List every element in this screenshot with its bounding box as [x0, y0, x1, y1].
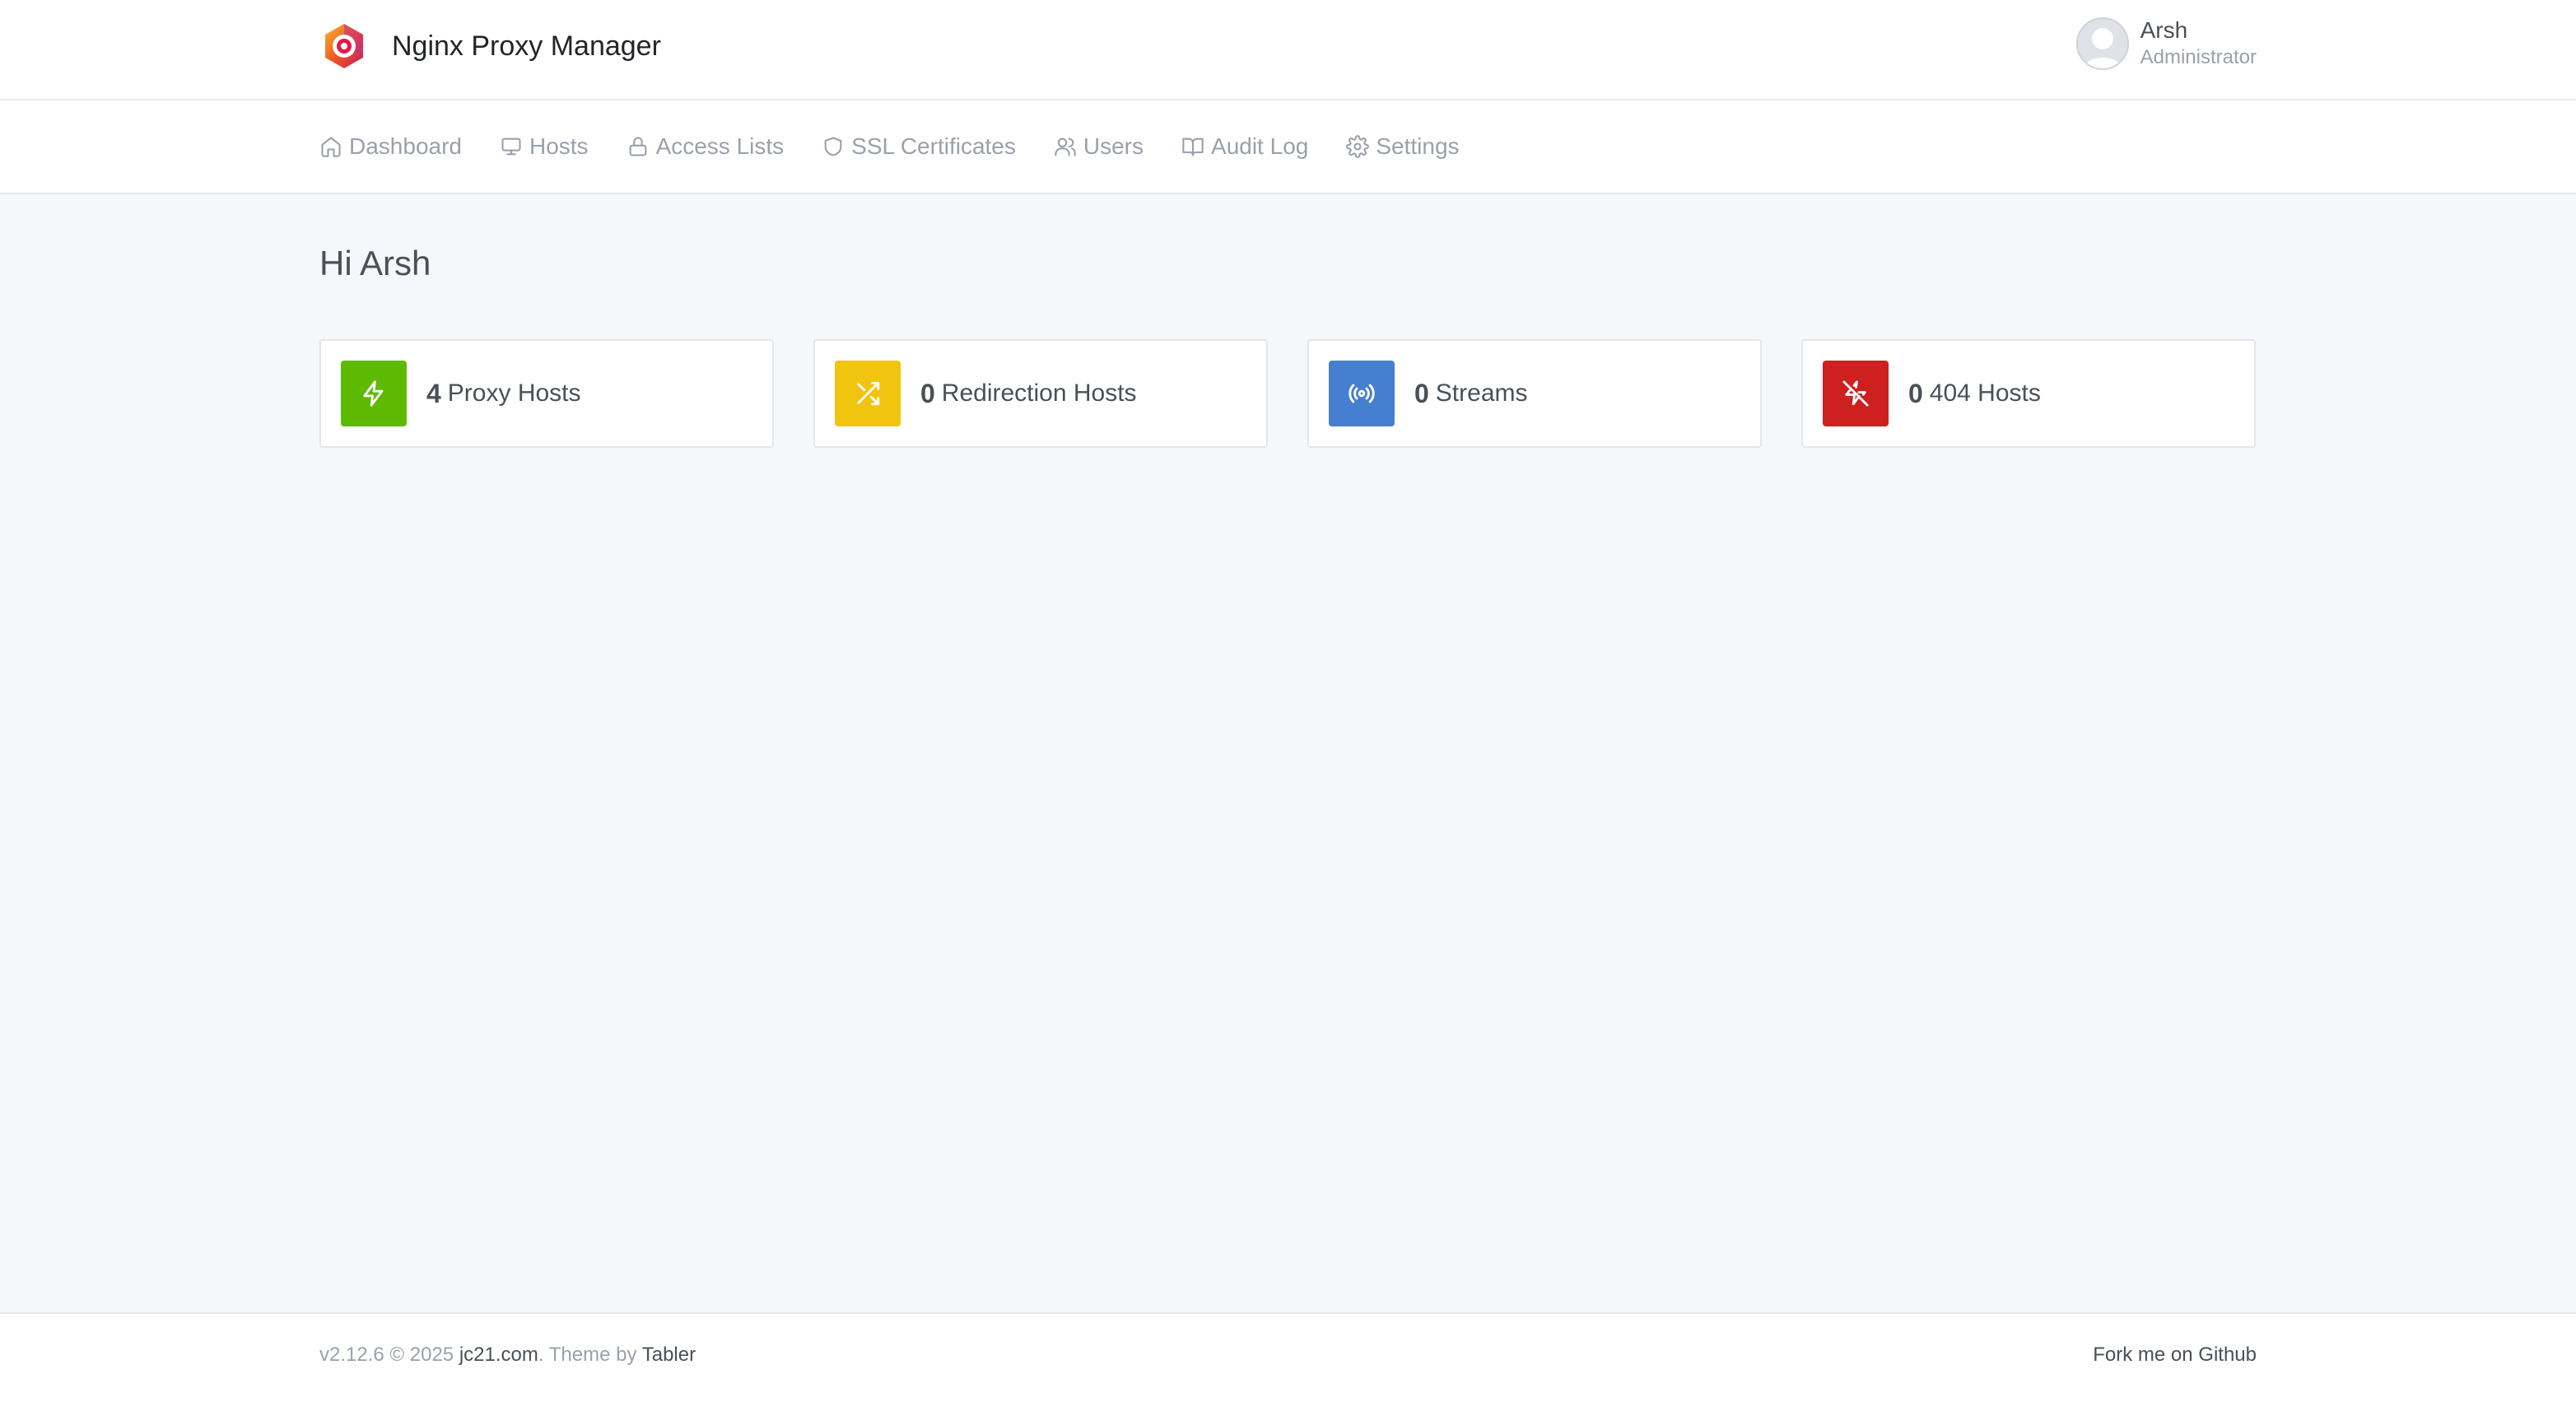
nav-item-users[interactable]: Users: [1054, 133, 1144, 160]
avatar-placeholder-icon: [2075, 17, 2129, 70]
company-link[interactable]: jc21.com: [459, 1344, 538, 1366]
card-404-hosts[interactable]: 0 404 Hosts: [1801, 339, 2256, 448]
nav-item-label: Dashboard: [349, 133, 462, 159]
card-label: 404 Hosts: [1929, 380, 2041, 407]
card-icon-box: [1329, 361, 1395, 426]
card-icon-box: [341, 361, 407, 426]
users-icon: [1055, 137, 1076, 156]
theme-link[interactable]: Tabler: [642, 1344, 696, 1366]
footer-github: Fork me on Github: [2093, 1344, 2257, 1367]
nav-item-audit-log[interactable]: Audit Log: [1181, 133, 1308, 160]
nav-item-dashboard[interactable]: Dashboard: [319, 133, 462, 160]
brand[interactable]: Nginx Proxy Manager: [319, 20, 661, 72]
lock-icon: [629, 137, 646, 156]
user-menu[interactable]: Arsh Administrator: [2075, 16, 2257, 71]
card-count: 4: [426, 378, 441, 408]
nav-item-label: Audit Log: [1211, 133, 1309, 159]
radio-icon: [1349, 384, 1375, 403]
card-label: Redirection Hosts: [941, 380, 1137, 407]
nav-item-settings[interactable]: Settings: [1346, 133, 1460, 160]
shuffle-icon: [857, 381, 880, 406]
gear-icon: [1346, 135, 1370, 158]
monitor-icon: [501, 137, 521, 156]
theme-text: . Theme by: [538, 1344, 642, 1366]
top-header: Nginx Proxy Manager Arsh Administrator: [0, 0, 2576, 100]
stats-cards: 4 Proxy Hosts 0 Redirection Hosts 0 Stre…: [319, 339, 2256, 448]
version-text: v2.12.6 © 2025: [319, 1344, 459, 1366]
main-nav: Dashboard Hosts Access Lists SSL Certifi…: [0, 100, 2576, 194]
card-icon-box: [1823, 361, 1889, 426]
nav-item-label: Users: [1083, 133, 1144, 159]
zap-icon: [363, 380, 384, 407]
user-info: Arsh Administrator: [2140, 16, 2257, 71]
nav-item-access-lists[interactable]: Access Lists: [627, 133, 785, 160]
card-count: 0: [920, 378, 935, 408]
nav-items: Dashboard Hosts Access Lists SSL Certifi…: [319, 100, 1498, 193]
book-icon: [1182, 137, 1204, 156]
card-proxy-hosts[interactable]: 4 Proxy Hosts: [319, 339, 774, 448]
footer-copyright: v2.12.6 © 2025 jc21.com. Theme by Tabler: [319, 1344, 696, 1367]
nav-item-label: SSL Certificates: [851, 133, 1016, 159]
nginx-proxy-manager-logo-icon: [325, 24, 363, 68]
avatar: [2075, 17, 2129, 70]
zap-off-icon: [1842, 380, 1869, 407]
footer: v2.12.6 © 2025 jc21.com. Theme by Tabler…: [0, 1312, 2576, 1402]
nav-item-label: Hosts: [529, 133, 589, 159]
card-label: Streams: [1435, 380, 1528, 407]
home-icon: [321, 137, 341, 157]
nav-item-ssl-certificates[interactable]: SSL Certificates: [822, 133, 1016, 160]
card-count: 0: [1414, 378, 1429, 408]
card-icon-box: [835, 361, 901, 426]
user-name: Arsh: [2140, 17, 2188, 43]
nav-item-label: Settings: [1376, 133, 1460, 159]
nav-item-label: Access Lists: [655, 133, 785, 159]
card-count: 0: [1908, 378, 1923, 408]
user-role: Administrator: [2140, 46, 2257, 68]
card-redirection-hosts[interactable]: 0 Redirection Hosts: [813, 339, 1268, 448]
app-title: Nginx Proxy Manager: [392, 30, 661, 62]
card-label: Proxy Hosts: [447, 380, 581, 407]
shield-icon: [824, 137, 842, 156]
nav-item-hosts[interactable]: Hosts: [500, 133, 589, 160]
page-greeting: Hi Arsh: [319, 244, 431, 282]
github-link[interactable]: Fork me on Github: [2093, 1344, 2257, 1366]
card-streams[interactable]: 0 Streams: [1307, 339, 1762, 448]
